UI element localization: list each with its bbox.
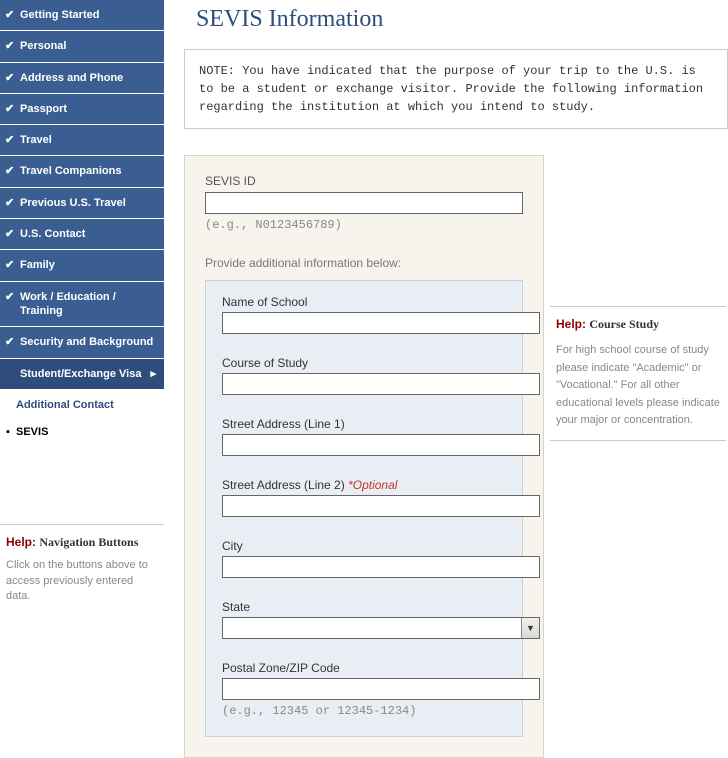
check-icon: ✔	[5, 164, 14, 178]
sub-label: SEVIS	[16, 426, 48, 438]
zip-input[interactable]	[222, 678, 540, 700]
school-label: Name of School	[222, 295, 506, 309]
note-box: NOTE: You have indicated that the purpos…	[184, 49, 728, 129]
city-input[interactable]	[222, 556, 540, 578]
course-label: Course of Study	[222, 356, 506, 370]
nav-us-contact[interactable]: ✔ U.S. Contact	[0, 219, 164, 250]
nav-travel[interactable]: ✔ Travel	[0, 125, 164, 156]
sub-additional-contact[interactable]: Additional Contact	[0, 390, 164, 420]
addr1-label: Street Address (Line 1)	[222, 417, 506, 431]
nav-travel-companions[interactable]: ✔ Travel Companions	[0, 156, 164, 187]
nav-label: Travel	[20, 134, 52, 146]
check-icon: ✔	[5, 290, 14, 304]
addr1-input[interactable]	[222, 434, 540, 456]
check-icon: ✔	[5, 196, 14, 210]
help-text: For high school course of study please i…	[556, 342, 720, 430]
check-icon: ✔	[5, 133, 14, 147]
form-area: SEVIS ID (e.g., N0123456789) Provide add…	[184, 155, 544, 758]
city-label: City	[222, 539, 506, 553]
nav-passport[interactable]: ✔ Passport	[0, 94, 164, 125]
nav-label: Work / Education / Training	[20, 291, 116, 317]
nav-getting-started[interactable]: ✔ Getting Started	[0, 0, 164, 31]
nav-label: Previous U.S. Travel	[20, 197, 126, 209]
nav-student-exchange-visa[interactable]: Student/Exchange Visa ▸	[0, 359, 164, 390]
nav-personal[interactable]: ✔ Personal	[0, 31, 164, 62]
main-content: SEVIS Information NOTE: You have indicat…	[164, 0, 728, 758]
help-title: Course Study	[589, 317, 659, 331]
nav-security-background[interactable]: ✔ Security and Background	[0, 327, 164, 358]
help-navigation: Help: Navigation Buttons Click on the bu…	[0, 524, 164, 614]
sub-sevis-current: ▪ SEVIS	[0, 420, 164, 444]
section-text: Provide additional information below:	[205, 256, 523, 270]
help-label: Help:	[6, 535, 36, 549]
nav-previous-us-travel[interactable]: ✔ Previous U.S. Travel	[0, 188, 164, 219]
check-icon: ✔	[5, 71, 14, 85]
nav-label: Address and Phone	[20, 72, 123, 84]
sidebar: ✔ Getting Started ✔ Personal ✔ Address a…	[0, 0, 164, 758]
state-select[interactable]: ▼	[222, 617, 540, 639]
nav-label: Getting Started	[20, 9, 99, 21]
sevis-id-label: SEVIS ID	[205, 174, 523, 188]
sevis-id-input[interactable]	[205, 192, 523, 214]
zip-hint: (e.g., 12345 or 12345-1234)	[222, 704, 506, 718]
state-label: State	[222, 600, 506, 614]
sub-label: Additional Contact	[16, 399, 114, 411]
nav-label: U.S. Contact	[20, 228, 85, 240]
sevis-id-hint: (e.g., N0123456789)	[205, 218, 523, 232]
arrow-right-icon: ▸	[150, 367, 156, 381]
addr2-label-text: Street Address (Line 2)	[222, 478, 345, 492]
check-icon: ✔	[5, 8, 14, 22]
addr2-input[interactable]	[222, 495, 540, 517]
nav-label: Personal	[20, 40, 66, 52]
help-title: Navigation Buttons	[39, 535, 138, 549]
addr2-optional: *Optional	[345, 478, 398, 492]
bullet-icon: ▪	[6, 426, 10, 438]
addr2-label: Street Address (Line 2) *Optional	[222, 478, 506, 492]
school-input[interactable]	[222, 312, 540, 334]
check-icon: ✔	[5, 227, 14, 241]
nav-label: Travel Companions	[20, 165, 121, 177]
nav-family[interactable]: ✔ Family	[0, 250, 164, 281]
help-label: Help:	[556, 317, 586, 331]
dropdown-icon: ▼	[521, 618, 539, 638]
nav-label: Security and Background	[20, 336, 153, 348]
nav-work-education[interactable]: ✔ Work / Education / Training	[0, 282, 164, 328]
nav-label: Student/Exchange Visa	[20, 368, 141, 380]
help-text: Click on the buttons above to access pre…	[6, 558, 158, 604]
check-icon: ✔	[5, 102, 14, 116]
check-icon: ✔	[5, 39, 14, 53]
nav-label: Family	[20, 259, 55, 271]
course-input[interactable]	[222, 373, 540, 395]
nav-label: Passport	[20, 103, 67, 115]
help-course-study: Help: Course Study For high school cours…	[550, 306, 726, 441]
nav-address-phone[interactable]: ✔ Address and Phone	[0, 63, 164, 94]
page-title: SEVIS Information	[196, 6, 728, 33]
inner-form: Name of School Course of Study Street Ad…	[205, 280, 523, 737]
check-icon: ✔	[5, 335, 14, 349]
check-icon: ✔	[5, 258, 14, 272]
zip-label: Postal Zone/ZIP Code	[222, 661, 506, 675]
